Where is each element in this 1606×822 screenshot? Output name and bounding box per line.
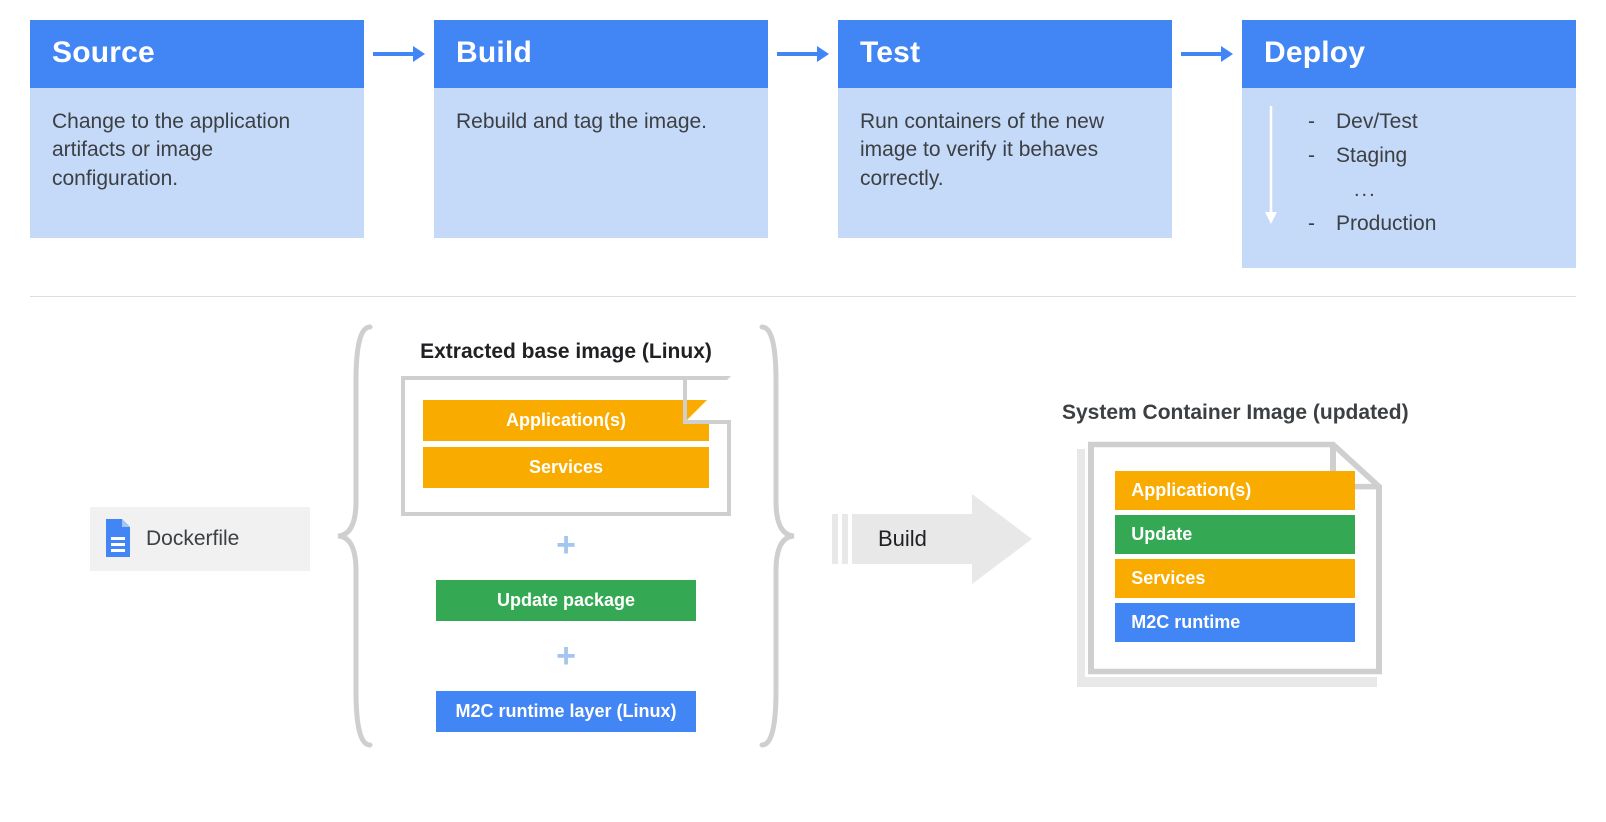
center-column: Extracted base image (Linux) Application… bbox=[376, 340, 756, 738]
stage-body: Change to the application artifacts or i… bbox=[30, 88, 364, 238]
bar-applications: Application(s) bbox=[1115, 471, 1355, 510]
bar-m2c-runtime: M2C runtime bbox=[1115, 603, 1355, 642]
stage-source: Source Change to the application artifac… bbox=[30, 20, 364, 238]
stage-body: Rebuild and tag the image. bbox=[434, 88, 768, 238]
bar-applications: Application(s) bbox=[423, 400, 709, 441]
bar-m2c-runtime-layer: M2C runtime layer (Linux) bbox=[436, 691, 696, 732]
bar-update: Update bbox=[1115, 515, 1355, 554]
diagram-row: Dockerfile Extracted base image (Linux) … bbox=[30, 321, 1576, 756]
stage-body: Run containers of the new image to verif… bbox=[838, 88, 1172, 238]
divider bbox=[30, 296, 1576, 297]
stage-test: Test Run containers of the new image to … bbox=[838, 20, 1172, 238]
deploy-item: -Dev/Test bbox=[1308, 108, 1554, 136]
pipeline-row: Source Change to the application artifac… bbox=[30, 20, 1576, 268]
stage-title: Deploy bbox=[1242, 20, 1576, 88]
arrow-icon bbox=[1172, 20, 1242, 64]
deploy-label: Dev/Test bbox=[1336, 108, 1418, 136]
plus-icon: + bbox=[556, 639, 576, 673]
arrow-icon bbox=[768, 20, 838, 64]
dockerfile-label: Dockerfile bbox=[146, 527, 239, 551]
build-arrow: Build bbox=[832, 494, 1032, 584]
deploy-label: Staging bbox=[1336, 142, 1407, 170]
stage-title: Build bbox=[434, 20, 768, 88]
center-title: Extracted base image (Linux) bbox=[420, 340, 712, 364]
linux-card: Application(s) Services bbox=[401, 376, 731, 516]
deploy-item: -Production bbox=[1308, 210, 1554, 238]
bar-services: Services bbox=[423, 447, 709, 488]
brace-right-icon bbox=[756, 321, 802, 756]
deploy-label: Production bbox=[1336, 210, 1436, 238]
big-arrow-icon bbox=[832, 494, 1032, 584]
build-label: Build bbox=[878, 526, 927, 552]
deploy-item: -Staging bbox=[1308, 142, 1554, 170]
arrow-icon bbox=[364, 20, 434, 64]
right-title: System Container Image (updated) bbox=[1062, 401, 1409, 425]
dockerfile-block: Dockerfile bbox=[90, 507, 310, 571]
right-column: System Container Image (updated) Applica… bbox=[1062, 401, 1409, 677]
file-icon bbox=[102, 519, 134, 559]
down-arrow-icon bbox=[1264, 106, 1278, 226]
bar-services: Services bbox=[1115, 559, 1355, 598]
brace-left-icon bbox=[330, 321, 376, 756]
system-container-card: Application(s) Update Services M2C runti… bbox=[1085, 439, 1385, 677]
deploy-ellipsis: ... bbox=[1354, 177, 1554, 204]
stage-deploy: Deploy -Dev/Test -Staging ... -Productio… bbox=[1242, 20, 1576, 268]
stage-body: -Dev/Test -Staging ... -Production bbox=[1242, 88, 1576, 268]
stage-title: Test bbox=[838, 20, 1172, 88]
stage-title: Source bbox=[30, 20, 364, 88]
bar-update-package: Update package bbox=[436, 580, 696, 621]
plus-icon: + bbox=[556, 528, 576, 562]
stage-build: Build Rebuild and tag the image. bbox=[434, 20, 768, 238]
